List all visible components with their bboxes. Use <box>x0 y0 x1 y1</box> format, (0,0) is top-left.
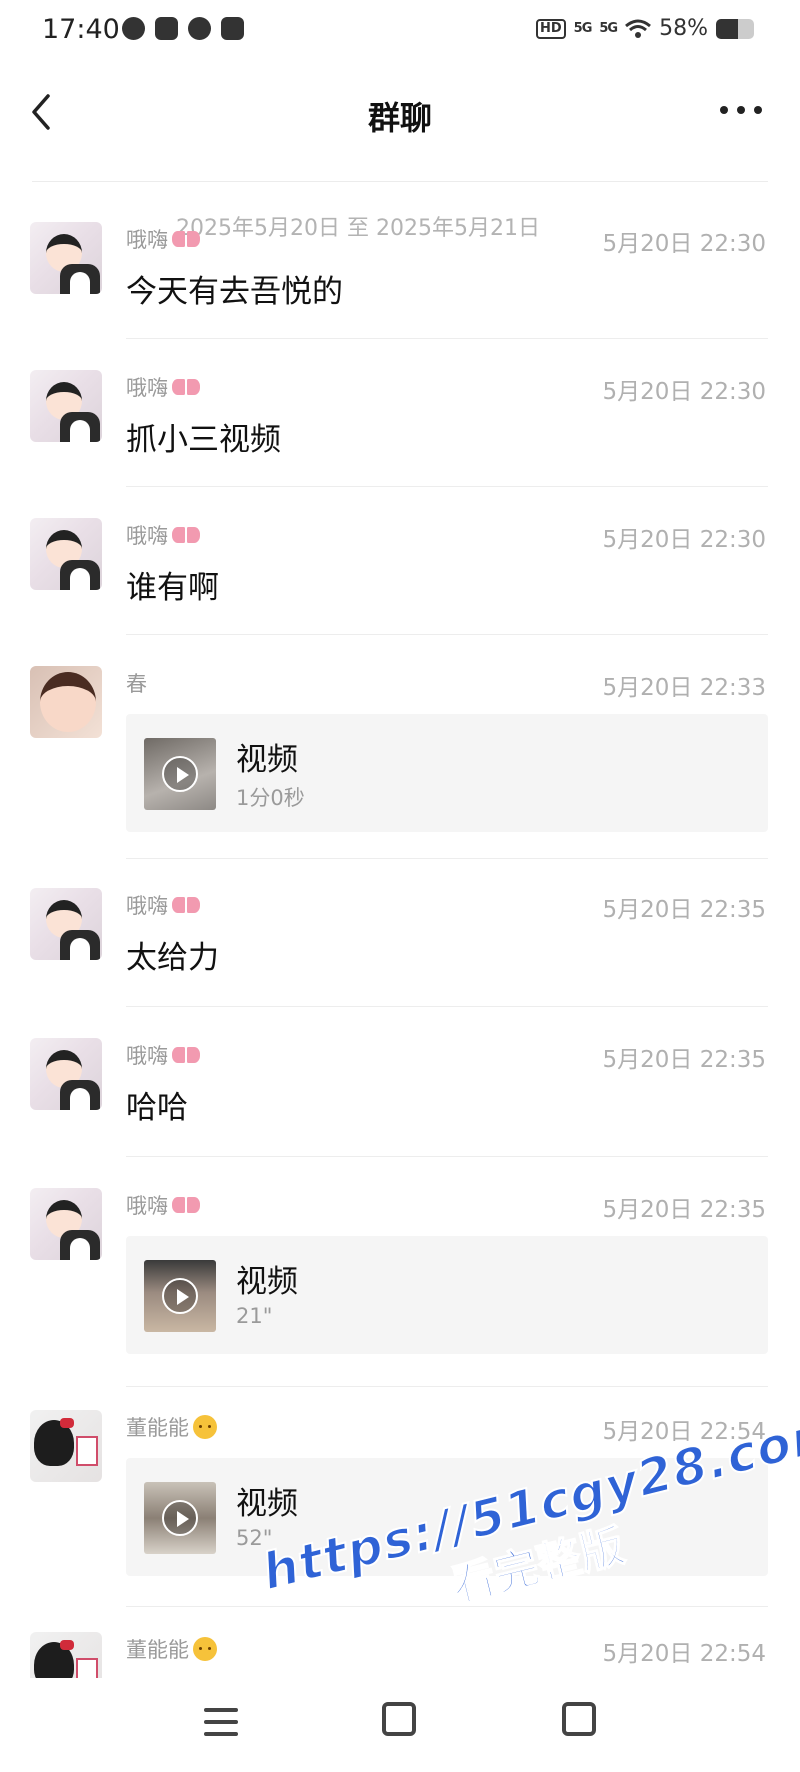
sender-name: 哦嗨 <box>126 520 200 550</box>
avatar[interactable] <box>30 222 102 294</box>
video-duration: 1分0秒 <box>236 786 305 810</box>
video-thumbnail[interactable] <box>144 1260 216 1332</box>
sender-name: 董能能 <box>126 1412 217 1442</box>
notification-icons <box>122 17 244 40</box>
more-horizontal-icon[interactable] <box>720 100 762 120</box>
face-emoji-icon <box>193 1637 217 1661</box>
vivo-notification-icon <box>155 17 178 40</box>
ribbon-emoji-icon <box>172 1194 200 1216</box>
divider <box>126 486 768 487</box>
divider <box>126 858 768 859</box>
message-text: 抓小三视频 <box>126 422 281 458</box>
message-notification-icon <box>221 17 244 40</box>
nav-bar: 群聊 <box>0 62 800 160</box>
ribbon-emoji-icon <box>172 376 200 398</box>
avatar[interactable] <box>30 1188 102 1260</box>
ribbon-emoji-icon <box>172 894 200 916</box>
status-bar: 17:40 HD 5G 5G 58% <box>0 0 800 62</box>
avatar[interactable] <box>30 666 102 738</box>
date-range-text: 2025年5月20日 至 2025年5月21日 <box>176 216 540 241</box>
status-time: 17:40 <box>42 14 120 45</box>
divider <box>126 338 768 339</box>
play-icon[interactable] <box>162 1278 198 1314</box>
chat-notification-icon <box>122 17 145 40</box>
message-text: 今天有去吾悦的 <box>126 274 343 310</box>
sender-name: 哦嗨 <box>126 372 200 402</box>
video-message-card[interactable]: 视频 1分0秒 <box>126 714 768 832</box>
divider <box>400 180 768 182</box>
avatar[interactable] <box>30 888 102 960</box>
sender-name: 哦嗨 <box>126 1040 200 1070</box>
message-time: 5月20日 22:35 <box>602 1047 767 1073</box>
sender-name: 春 <box>126 672 147 696</box>
video-thumbnail[interactable] <box>144 738 216 810</box>
video-message-card[interactable]: 视频 21" <box>126 1236 768 1354</box>
avatar[interactable] <box>30 370 102 442</box>
play-icon[interactable] <box>162 756 198 792</box>
battery-percent: 58% <box>659 16 708 41</box>
wifi-icon <box>625 19 652 38</box>
sender-name: 哦嗨 <box>126 1190 200 1220</box>
divider <box>126 1006 768 1007</box>
message-text: 哈哈 <box>126 1090 188 1126</box>
divider <box>126 1386 768 1387</box>
signal-5g-icon: 5G <box>573 21 593 36</box>
page-title: 群聊 <box>367 99 432 137</box>
divider <box>126 1156 768 1157</box>
battery-icon <box>716 18 754 39</box>
ribbon-emoji-icon <box>172 524 200 546</box>
home-icon[interactable] <box>382 1702 416 1736</box>
menu-icon[interactable] <box>204 1708 238 1736</box>
play-icon[interactable] <box>162 1500 198 1536</box>
ribbon-emoji-icon <box>172 1044 200 1066</box>
avatar[interactable] <box>30 1038 102 1110</box>
message-time: 5月20日 22:35 <box>602 897 767 923</box>
message-time: 5月20日 22:33 <box>602 675 767 701</box>
message-time: 5月20日 22:30 <box>602 527 767 553</box>
video-title: 视频 <box>236 1264 298 1300</box>
sender-name: 董能能 <box>126 1634 217 1664</box>
date-range-header: 2025年5月20日 至 2025年5月21日 <box>32 166 768 241</box>
divider <box>126 634 768 635</box>
signal-5g-icon: 5G <box>599 21 618 36</box>
system-status: HD 5G 5G 58% <box>535 16 754 41</box>
face-emoji-icon <box>193 1415 217 1439</box>
message-time: 5月20日 22:30 <box>602 231 767 257</box>
avatar[interactable] <box>30 1410 102 1482</box>
app-notification-icon <box>188 17 211 40</box>
sender-name: 哦嗨 <box>126 224 200 254</box>
ribbon-emoji-icon <box>172 228 200 250</box>
sender-name: 哦嗨 <box>126 890 200 920</box>
hd-voice-icon: HD <box>535 18 566 39</box>
video-duration: 21" <box>236 1304 273 1328</box>
message-time: 5月20日 22:35 <box>602 1197 767 1223</box>
message-time: 5月20日 22:30 <box>602 379 767 405</box>
video-title: 视频 <box>236 742 298 778</box>
video-thumbnail[interactable] <box>144 1482 216 1554</box>
message-text: 太给力 <box>126 940 219 976</box>
avatar[interactable] <box>30 518 102 590</box>
video-title: 视频 <box>236 1486 298 1522</box>
message-time: 5月20日 22:54 <box>602 1641 767 1667</box>
back-icon[interactable] <box>562 1702 596 1736</box>
message-text: 谁有啊 <box>126 570 219 606</box>
divider <box>32 180 400 182</box>
